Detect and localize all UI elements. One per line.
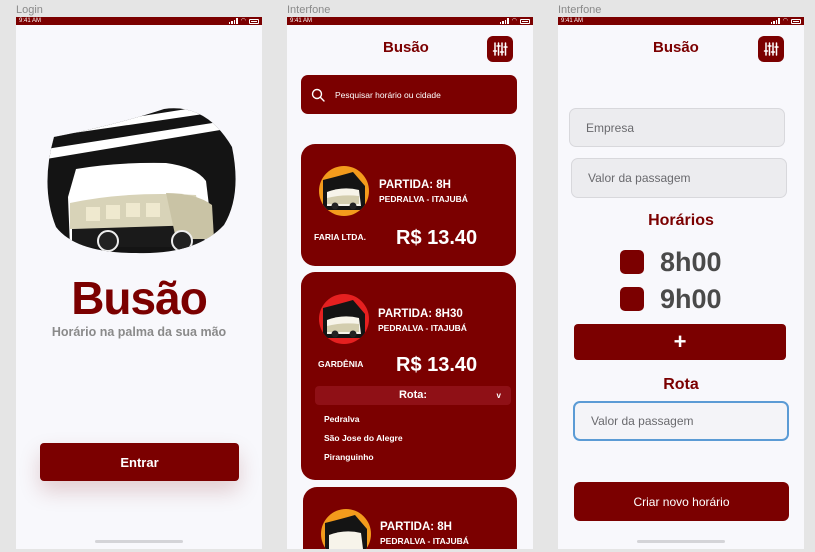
battery-icon <box>249 18 259 24</box>
time-checkbox[interactable] <box>620 287 644 311</box>
enter-button[interactable]: Entrar <box>40 443 239 481</box>
wifi-icon: ◠ <box>511 18 517 24</box>
fare-field[interactable]: Valor da passagem <box>571 158 787 198</box>
signal-icon <box>499 18 509 24</box>
frame-label-login: Login <box>16 4 43 16</box>
login-screen: 9:41 AM ◠ Busão Horário na palma da sua … <box>16 17 262 549</box>
battery-icon <box>791 18 801 24</box>
sliders-icon <box>763 42 779 56</box>
route-field[interactable]: Valor da passagem <box>573 401 789 441</box>
app-subtitle: Horário na palma da sua mão <box>51 325 227 339</box>
bus-avatar-icon <box>321 509 371 549</box>
list-screen: 9:41 AM ◠ Busão Pesquisar horário ou cid… <box>287 17 533 549</box>
departure-time: PARTIDA: 8H <box>379 179 451 191</box>
route-label: PEDRALVA - ITAJUBÁ <box>380 536 469 546</box>
signal-icon <box>770 18 780 24</box>
wifi-icon: ◠ <box>240 18 246 24</box>
battery-icon <box>520 18 530 24</box>
status-time: 9:41 AM <box>290 18 313 24</box>
empresa-placeholder: Empresa <box>586 120 635 135</box>
bus-logo-icon <box>47 108 236 254</box>
frame-label-list: Interfone <box>287 4 331 16</box>
route-dropdown[interactable]: Rota: v <box>315 386 511 405</box>
signal-icon <box>228 18 238 24</box>
header-title: Busão <box>383 39 429 56</box>
add-time-button[interactable]: + <box>574 324 786 360</box>
header-title: Busão <box>653 39 699 56</box>
departure-time: PARTIDA: 8H30 <box>378 308 463 320</box>
status-time: 9:41 AM <box>561 18 584 24</box>
status-bar: 9:41 AM ◠ <box>558 17 804 25</box>
status-bar: 9:41 AM ◠ <box>287 17 533 25</box>
ticket-price: R$ 13.40 <box>396 354 478 376</box>
empresa-field[interactable]: Empresa <box>569 108 785 147</box>
search-bar[interactable]: Pesquisar horário ou cidade <box>301 75 517 114</box>
route-label: PEDRALVA - ITAJUBÁ <box>378 323 467 333</box>
route-dropdown-label: Rota: <box>398 389 428 401</box>
home-indicator <box>637 540 725 543</box>
form-screen: 9:41 AM ◠ Busão Empresa Valor da passage… <box>558 17 804 549</box>
route-placeholder: Valor da passagem <box>591 414 694 428</box>
chevron-down-icon: v <box>496 391 501 400</box>
time-label: 8h00 <box>660 247 722 277</box>
route-stop: Piranguinho <box>324 452 374 462</box>
rota-title: Rota <box>663 376 699 393</box>
filter-button[interactable] <box>758 36 784 62</box>
status-bar: 9:41 AM ◠ <box>16 17 262 25</box>
home-indicator <box>95 540 183 543</box>
departure-time: PARTIDA: 8H <box>380 521 452 533</box>
frame-label-form: Interfone <box>558 4 602 16</box>
trip-card[interactable]: PARTIDA: 8H PEDRALVA - ITAJUBÁ <box>303 487 517 549</box>
bus-avatar-icon <box>319 294 369 344</box>
route-stop: São Jose do Alegre <box>324 433 403 443</box>
wifi-icon: ◠ <box>782 18 788 24</box>
time-checkbox[interactable] <box>620 250 644 274</box>
route-label: PEDRALVA - ITAJUBÁ <box>379 194 468 204</box>
sliders-icon <box>492 42 508 56</box>
status-time: 9:41 AM <box>19 18 42 24</box>
time-label: 9h00 <box>660 284 722 314</box>
fare-placeholder: Valor da passagem <box>588 171 691 185</box>
company-name: GARDÊNIA <box>318 359 364 369</box>
ticket-price: R$ 13.40 <box>396 227 478 249</box>
create-schedule-button[interactable]: Criar novo horário <box>574 482 789 521</box>
trip-card[interactable]: PARTIDA: 8H PEDRALVA - ITAJUBÁ FARIA LTD… <box>301 144 516 266</box>
trip-card[interactable]: PARTIDA: 8H30 PEDRALVA - ITAJUBÁ GARDÊNI… <box>301 272 516 480</box>
filter-button[interactable] <box>487 36 513 62</box>
app-title: Busão <box>71 272 208 324</box>
route-stop: Pedralva <box>324 414 360 424</box>
horarios-title: Horários <box>648 212 714 229</box>
search-icon <box>311 88 325 102</box>
company-name: FARIA LTDA. <box>314 232 366 242</box>
search-placeholder: Pesquisar horário ou cidade <box>335 89 441 100</box>
bus-avatar-icon <box>319 166 369 216</box>
